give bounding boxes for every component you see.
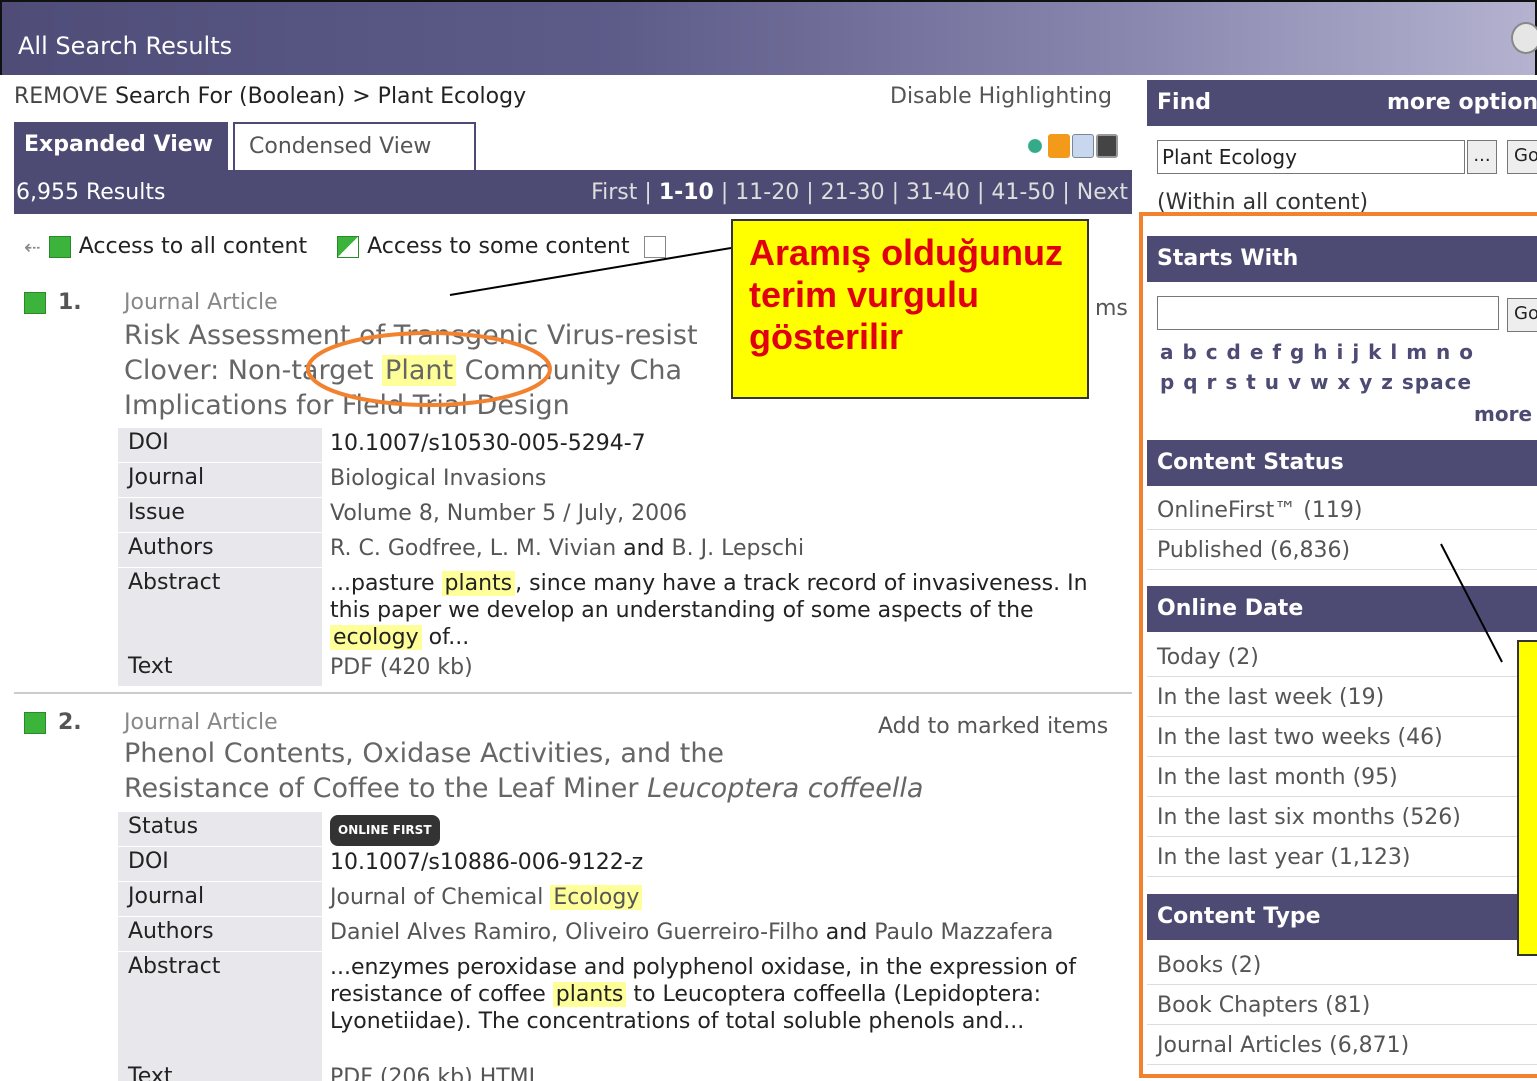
highlight-ellipse: [306, 331, 552, 407]
callout-pointer-line: [449, 247, 732, 296]
callout-text: Aramış olduğunuz terim vurgulu gösterili…: [749, 232, 1063, 357]
callout-pointer-line-2: [1440, 543, 1503, 663]
annotation-overlay: [306, 247, 1503, 663]
callout-box-2: [1517, 640, 1537, 956]
